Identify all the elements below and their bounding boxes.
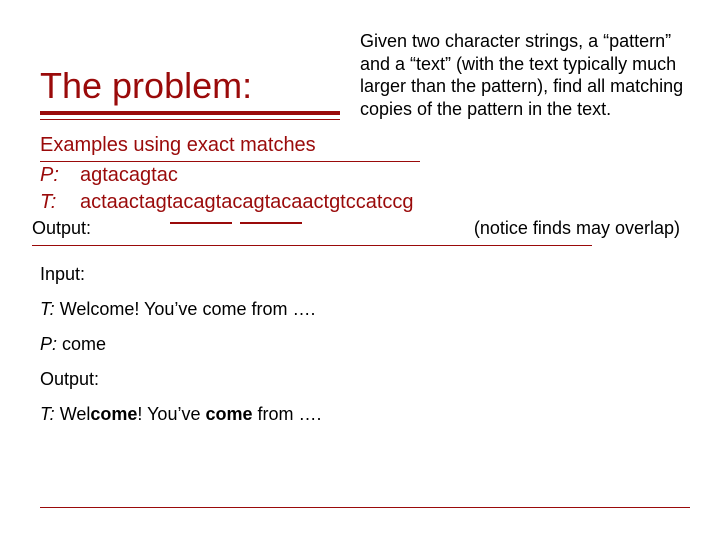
bottom-rule xyxy=(40,507,690,508)
output2-match2: come xyxy=(205,404,252,424)
output2-suffix: from …. xyxy=(253,404,322,424)
pattern-row: P: agtacagtac xyxy=(40,162,690,189)
title-rule-thin xyxy=(40,119,340,120)
header-row: The problem: Given two character strings… xyxy=(40,30,690,120)
text-row: T: actaactagtacagtacagtacaactgtccatccg xyxy=(40,189,690,216)
output2-match1: come xyxy=(90,404,137,424)
problem-description: Given two character strings, a “pattern”… xyxy=(350,30,690,120)
output-row: Output: (notice finds may overlap) xyxy=(40,218,690,239)
input-text-content: Welcome! You’ve come from …. xyxy=(60,299,316,319)
output-rule xyxy=(32,245,592,246)
title-block: The problem: xyxy=(40,65,340,120)
output2-mid: ! You’ve xyxy=(137,404,205,424)
pattern-value: agtacagtac xyxy=(80,162,178,189)
examples-heading: Examples using exact matches xyxy=(40,132,690,159)
match-bars xyxy=(170,222,302,224)
second-example: Input: T: Welcome! You’ve come from …. P… xyxy=(40,264,690,425)
output2-label: Output: xyxy=(40,369,690,390)
text-label: T: xyxy=(40,189,80,216)
title-rule-thick xyxy=(40,111,340,115)
text-value: actaactagtacagtacagtacaactgtccatccg xyxy=(80,189,414,216)
pattern-label: P: xyxy=(40,162,80,189)
match-bar xyxy=(240,222,302,224)
overlap-notice: (notice finds may overlap) xyxy=(474,218,690,239)
input-pattern-content: come xyxy=(62,334,106,354)
input-pattern-line: P: come xyxy=(40,334,690,355)
slide: The problem: Given two character strings… xyxy=(0,0,720,540)
input-text-line: T: Welcome! You’ve come from …. xyxy=(40,299,690,320)
input-label: Input: xyxy=(40,264,690,285)
output2-text-label: T: xyxy=(40,404,55,424)
examples-block: Examples using exact matches P: agtacagt… xyxy=(40,132,690,216)
match-bar xyxy=(170,222,232,224)
output2-line: T: Welcome! You’ve come from …. xyxy=(40,404,690,425)
input-pattern-label: P: xyxy=(40,334,57,354)
input-text-label: T: xyxy=(40,299,55,319)
output-label: Output: xyxy=(32,218,91,239)
output2-prefix: Wel xyxy=(60,404,91,424)
slide-title: The problem: xyxy=(40,65,340,107)
